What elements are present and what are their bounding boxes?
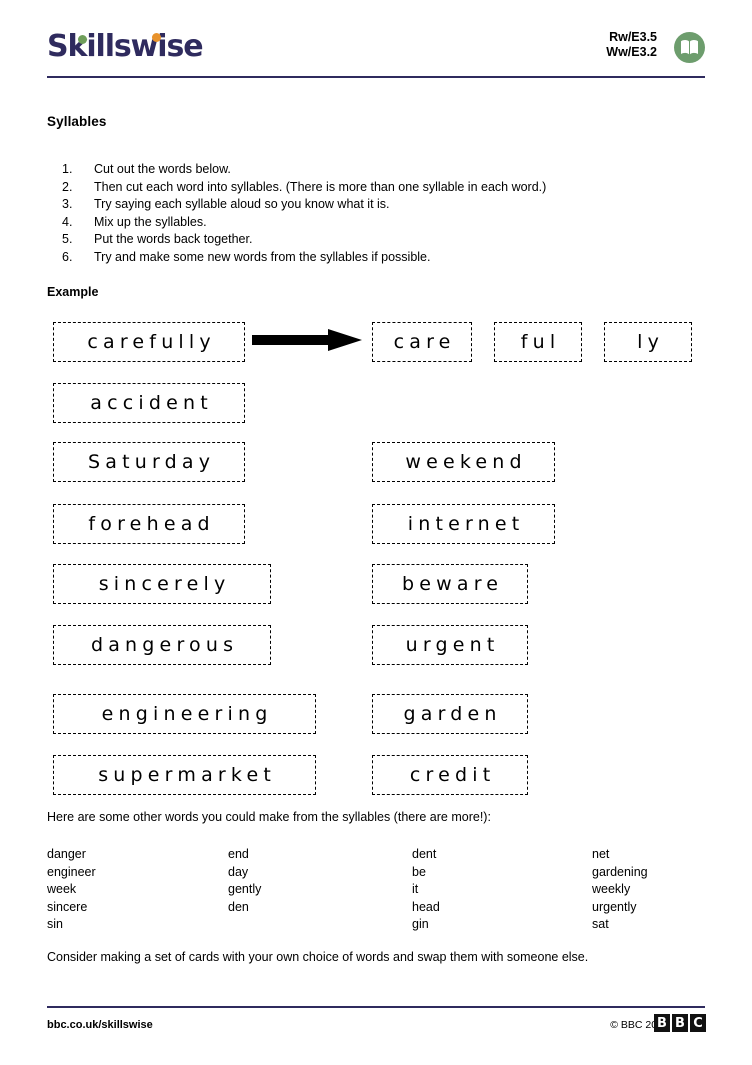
logo-orange-dot-icon (152, 33, 161, 42)
open-book-icon (674, 32, 705, 63)
word-card[interactable]: beware (372, 564, 528, 604)
bbc-logo-block: B (672, 1014, 688, 1032)
other-word: gently (228, 882, 262, 897)
instruction-text: Mix up the syllables. (94, 214, 207, 229)
other-word: den (228, 899, 249, 914)
list-item: 2. Then cut each word into syllables. (T… (62, 180, 702, 198)
other-word: it (412, 882, 419, 897)
right-arrow-icon (252, 329, 362, 351)
instruction-text: Try and make some new words from the syl… (94, 249, 431, 264)
word-card[interactable]: dangerous (53, 625, 271, 665)
curriculum-code-line-1: Rw/E3.5 (609, 30, 657, 44)
word-card[interactable]: forehead (53, 504, 245, 544)
instruction-number: 1. (62, 162, 73, 176)
logo-green-dot-icon (78, 35, 87, 44)
word-card[interactable]: weekend (372, 442, 555, 482)
other-word: week (47, 882, 77, 897)
logo-text-bold: Skills (47, 29, 132, 64)
bbc-logo-block: C (690, 1014, 706, 1032)
list-item: 4. Mix up the syllables. (62, 215, 702, 233)
other-words-intro: Here are some other words you could make… (47, 810, 491, 824)
other-word (228, 916, 261, 934)
word-card[interactable]: sincerely (53, 564, 271, 604)
other-word: sat (592, 917, 609, 932)
instruction-text: Then cut each word into syllables. (Ther… (94, 179, 547, 194)
word-card[interactable]: credit (372, 755, 528, 795)
footer-divider (47, 1006, 705, 1008)
word-card[interactable]: Saturday (53, 442, 245, 482)
list-item: 5. Put the words back together. (62, 232, 702, 250)
bbc-logo-block: B (654, 1014, 670, 1032)
instruction-number: 5. (62, 232, 73, 246)
curriculum-codes: Rw/E3.5 Ww/E3.2 (606, 30, 657, 59)
bbc-logo: B B C (654, 1014, 706, 1032)
other-word: day (228, 864, 249, 879)
other-words-column: dent be it head gin (412, 846, 440, 934)
other-word: danger (47, 847, 86, 861)
list-item: 3. Try saying each syllable aloud so you… (62, 197, 702, 215)
closing-text: Consider making a set of cards with your… (47, 950, 589, 964)
other-word: urgently (592, 899, 637, 914)
word-card[interactable]: engineering (53, 694, 316, 734)
instruction-number: 6. (62, 249, 73, 264)
other-words-column: danger engineer week sincere sin (47, 846, 96, 934)
word-card[interactable]: care (372, 322, 472, 362)
curriculum-code-line-2: Ww/E3.2 (606, 44, 657, 59)
word-card[interactable]: ful (494, 322, 582, 362)
skillswise-logo: Skillswise (47, 29, 204, 64)
other-word: weekly (592, 882, 631, 897)
other-word: dent (412, 847, 437, 861)
page-title: Syllables (47, 114, 107, 129)
worksheet-page: Skillswise Rw/E3.5 Ww/E3.2 Syllables 1. … (0, 0, 752, 1065)
logo-text-light: wise (130, 29, 204, 64)
instruction-number: 4. (62, 214, 73, 229)
other-word: end (228, 847, 249, 861)
instruction-text: Cut out the words below. (94, 162, 231, 176)
page-header: Skillswise Rw/E3.5 Ww/E3.2 (47, 22, 705, 78)
other-word: sin (47, 917, 63, 932)
other-word: sincere (47, 899, 88, 914)
header-divider (47, 76, 705, 78)
other-word: engineer (47, 864, 96, 879)
other-words-column: end day gently den (228, 846, 261, 934)
word-card[interactable]: carefully (53, 322, 245, 362)
other-words-column: net gardening weekly urgently sat (592, 846, 648, 934)
other-word: gin (412, 917, 429, 932)
word-card[interactable]: supermarket (53, 755, 316, 795)
instructions-list: 1. Cut out the words below. 2. Then cut … (62, 162, 702, 267)
instruction-text: Try saying each syllable aloud so you kn… (94, 197, 390, 211)
other-word: be (412, 864, 426, 879)
other-word: head (412, 899, 440, 914)
word-card[interactable]: ly (604, 322, 692, 362)
instruction-number: 3. (62, 197, 73, 211)
footer-site-url[interactable]: bbc.co.uk/skillswise (47, 1019, 153, 1031)
other-word: net (592, 847, 610, 861)
instruction-text: Put the words back together. (94, 232, 253, 246)
word-card[interactable]: accident (53, 383, 245, 423)
instruction-number: 2. (62, 179, 73, 194)
word-card[interactable]: garden (372, 694, 528, 734)
list-item: 1. Cut out the words below. (62, 162, 702, 180)
word-card[interactable]: internet (372, 504, 555, 544)
example-label: Example (47, 285, 99, 299)
other-word: gardening (592, 864, 648, 879)
list-item: 6. Try and make some new words from the … (62, 250, 702, 268)
word-card[interactable]: urgent (372, 625, 528, 665)
